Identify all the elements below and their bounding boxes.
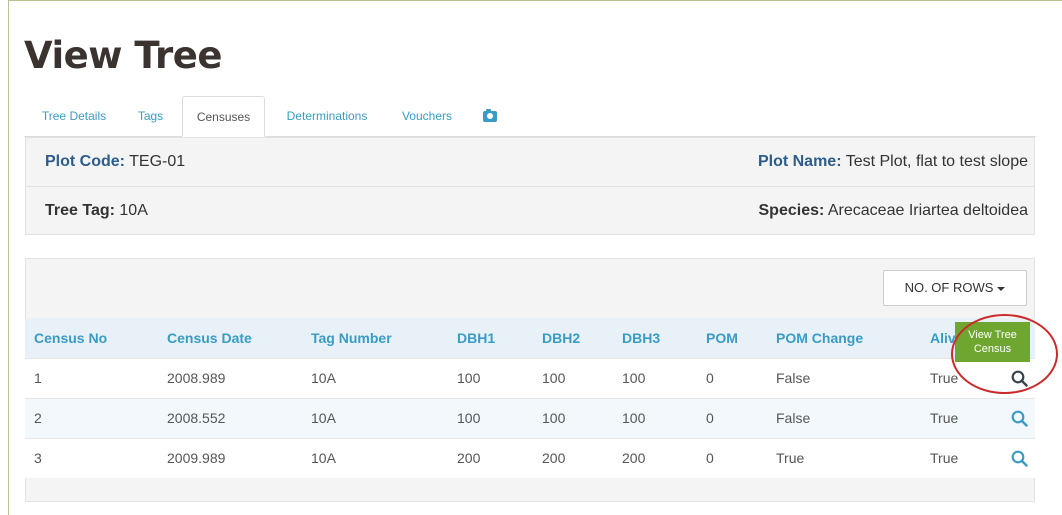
tab-photos[interactable] — [479, 96, 501, 136]
species-label: Species: — [758, 202, 825, 219]
cell-census-date: 2009.989 — [167, 450, 226, 466]
camera-icon — [483, 109, 497, 122]
tree-tag-value: 10A — [119, 202, 148, 219]
tab-tags[interactable]: Tags — [134, 96, 167, 136]
tab-tree-details[interactable]: Tree Details — [37, 96, 111, 136]
plot-name-value: Test Plot, flat to test slope — [845, 153, 1028, 170]
tab-censuses[interactable]: Censuses — [182, 96, 265, 137]
cell-tag-number: 10A — [311, 410, 336, 426]
cell-dbh1: 100 — [457, 410, 481, 426]
column-header-census-date[interactable]: Census Date — [167, 318, 252, 358]
tab-vouchers[interactable]: Vouchers — [396, 96, 458, 136]
cell-tag-number: 10A — [311, 370, 336, 386]
table-row: 3 2009.989 10A 200 200 200 0 True True — [25, 438, 1035, 478]
cell-dbh2: 200 — [542, 450, 566, 466]
column-header-census-no[interactable]: Census No — [34, 318, 107, 358]
cell-pom: 0 — [706, 410, 714, 426]
tab-determinations[interactable]: Determinations — [279, 96, 375, 136]
cell-census-no: 3 — [34, 450, 42, 466]
plot-name-label: Plot Name: — [757, 153, 842, 170]
cell-alive: True — [930, 410, 959, 426]
column-header-dbh2[interactable]: DBH2 — [542, 318, 580, 358]
cell-dbh3: 100 — [622, 370, 646, 386]
cell-pom: 0 — [706, 370, 714, 386]
rows-per-page-label: NO. OF ROWS — [904, 280, 994, 295]
plot-code-value: TEG-01 — [129, 153, 186, 170]
cell-dbh3: 200 — [622, 450, 646, 466]
cell-census-date: 2008.552 — [167, 410, 226, 426]
cell-pom-change: False — [776, 370, 811, 386]
rows-per-page-dropdown[interactable]: NO. OF ROWS — [883, 270, 1027, 306]
tab-bar: Tree Details Tags Censuses Determination… — [24, 96, 1036, 137]
cell-dbh1: 200 — [457, 450, 481, 466]
plot-code-label: Plot Code: — [45, 153, 125, 170]
caret-down-icon — [997, 286, 1006, 291]
highlight-annotation-oval — [951, 314, 1058, 394]
column-header-dbh3[interactable]: DBH3 — [622, 318, 660, 358]
cell-dbh3: 100 — [622, 410, 646, 426]
search-icon[interactable] — [1011, 410, 1028, 427]
column-header-tag-number[interactable]: Tag Number — [311, 318, 392, 358]
tree-tag-label: Tree Tag: — [45, 202, 115, 219]
table-row: 2 2008.552 10A 100 100 100 0 False True — [25, 398, 1035, 438]
search-icon[interactable] — [1011, 450, 1028, 467]
table-row: 1 2008.989 10A 100 100 100 0 False True — [25, 358, 1035, 398]
cell-tag-number: 10A — [311, 450, 336, 466]
column-header-pom-change[interactable]: POM Change — [776, 318, 863, 358]
page-title: View Tree — [24, 34, 222, 77]
cell-dbh2: 100 — [542, 370, 566, 386]
cell-census-no: 2 — [34, 410, 42, 426]
column-header-pom[interactable]: POM — [706, 318, 738, 358]
cell-pom-change: True — [776, 450, 805, 466]
cell-pom-change: False — [776, 410, 811, 426]
table-header: Census No Census Date Tag Number DBH1 DB… — [25, 318, 1035, 358]
info-row-plot: Plot Code: TEG-01 Plot Name: Test Plot, … — [26, 138, 1034, 187]
column-header-dbh1[interactable]: DBH1 — [457, 318, 495, 358]
info-row-tree: Tree Tag: 10A Species: Arecaceae Iriarte… — [26, 187, 1034, 235]
cell-pom: 0 — [706, 450, 714, 466]
species-value: Arecaceae Iriartea deltoidea — [827, 202, 1028, 219]
cell-dbh1: 100 — [457, 370, 481, 386]
cell-census-date: 2008.989 — [167, 370, 226, 386]
cell-dbh2: 100 — [542, 410, 566, 426]
cell-census-no: 1 — [34, 370, 42, 386]
tree-info-panel: Plot Code: TEG-01 Plot Name: Test Plot, … — [25, 137, 1035, 235]
cell-alive: True — [930, 450, 959, 466]
